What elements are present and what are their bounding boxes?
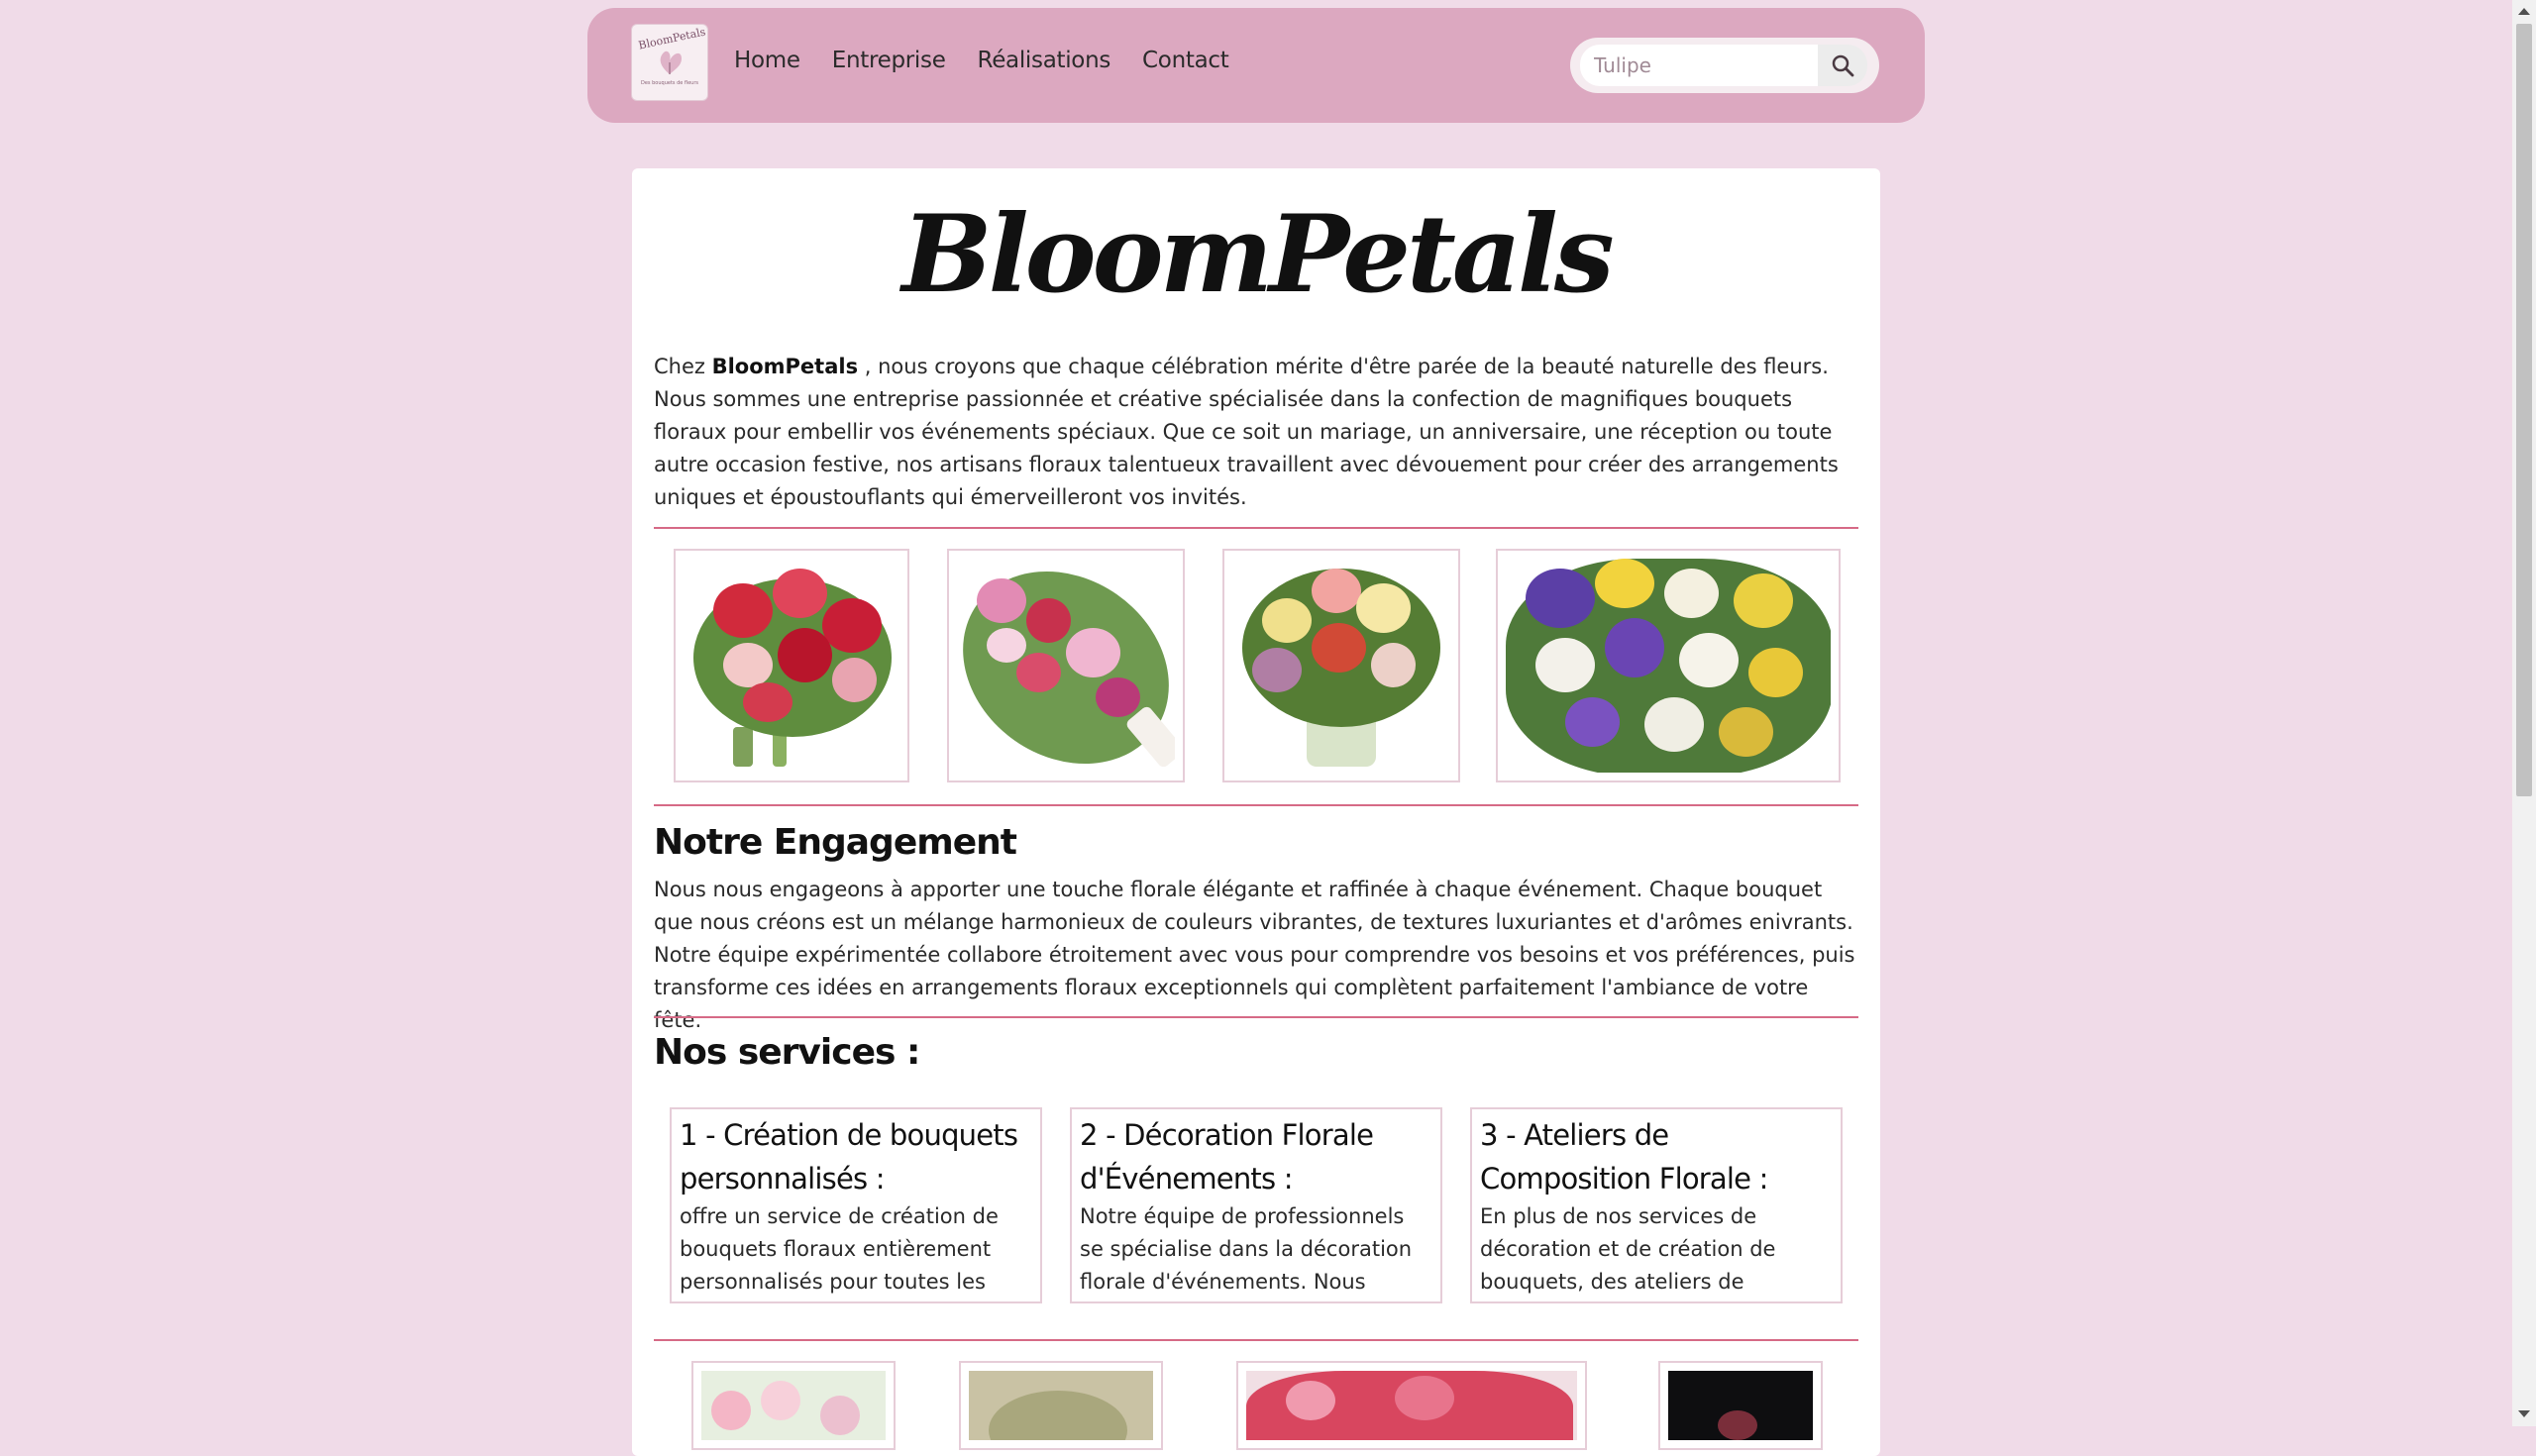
gallery-image	[969, 1371, 1153, 1440]
nav-contact-link[interactable]: Contact	[1142, 48, 1229, 73]
nav-home-link[interactable]: Home	[734, 48, 800, 73]
intro-paragraph: Chez BloomPetals , nous croyons que chaq…	[654, 351, 1858, 514]
gallery-photo	[691, 1361, 896, 1450]
flower-logo-icon	[660, 51, 682, 74]
bouquet-photo	[1222, 549, 1460, 782]
service-text: Notre équipe de professionnels se spécia…	[1080, 1204, 1413, 1294]
search-box	[1570, 38, 1879, 93]
service-card: 3 - Ateliers de Composition Florale : En…	[1470, 1107, 1843, 1303]
gallery-image	[1668, 1371, 1813, 1440]
service-card: 1 - Création de bouquets personnalisés :…	[670, 1107, 1042, 1303]
gallery-image	[701, 1371, 886, 1440]
intro-brand: BloomPetals	[711, 355, 859, 378]
gallery-photo	[959, 1361, 1163, 1450]
gallery-photo	[1236, 1361, 1587, 1450]
divider	[654, 527, 1858, 529]
search-button[interactable]	[1818, 45, 1867, 86]
nav-entreprise-link[interactable]: Entreprise	[832, 48, 946, 73]
gallery-image	[1246, 1371, 1577, 1440]
divider	[654, 1016, 1858, 1018]
bouquet-photo	[947, 549, 1185, 782]
bouquet-image	[957, 559, 1175, 773]
search-input[interactable]	[1580, 45, 1818, 86]
scrollbar[interactable]	[2512, 0, 2536, 1426]
bouquet-image	[1232, 559, 1450, 773]
services-heading: Nos services :	[654, 1032, 920, 1073]
navbar: BloomPetals Des bouquets de fleurs Home …	[587, 8, 1925, 123]
scroll-up-arrow-icon[interactable]	[2518, 8, 2530, 15]
scroll-down-arrow-icon[interactable]	[2518, 1410, 2530, 1417]
nav-links: Home Entreprise Réalisations Contact	[734, 48, 1229, 73]
service-title: 3 - Ateliers de Composition Florale :	[1480, 1118, 1768, 1196]
brand-title: BloomPetals	[901, 192, 1614, 317]
logo-subtitle: Des bouquets de fleurs	[641, 80, 698, 86]
divider	[654, 1339, 1858, 1341]
nav-realisations-link[interactable]: Réalisations	[978, 48, 1111, 73]
engagement-paragraph: Nous nous engageons à apporter une touch…	[654, 878, 1855, 1032]
gallery-photo	[1658, 1361, 1823, 1450]
bouquet-image	[684, 559, 899, 773]
scrollbar-thumb[interactable]	[2516, 24, 2532, 796]
service-text: En plus de nos services de décoration et…	[1480, 1204, 1776, 1294]
service-card: 2 - Décoration Florale d'Événements : No…	[1070, 1107, 1442, 1303]
intro-prefix: Chez	[654, 355, 712, 378]
engagement-heading: Notre Engagement	[654, 822, 1017, 863]
divider	[654, 804, 1858, 806]
main-card: BloomPetals Chez BloomPetals , nous croy…	[632, 168, 1880, 1456]
service-title: 2 - Décoration Florale d'Événements :	[1080, 1118, 1374, 1196]
search-icon	[1832, 54, 1854, 77]
bouquet-image	[1506, 559, 1831, 773]
bouquet-photo	[1496, 549, 1841, 782]
service-text: offre un service de création de bouquets…	[680, 1204, 999, 1294]
service-title: 1 - Création de bouquets personnalisés :	[680, 1118, 1018, 1196]
bouquet-photo	[674, 549, 909, 782]
logo[interactable]: BloomPetals Des bouquets de fleurs	[631, 24, 708, 101]
